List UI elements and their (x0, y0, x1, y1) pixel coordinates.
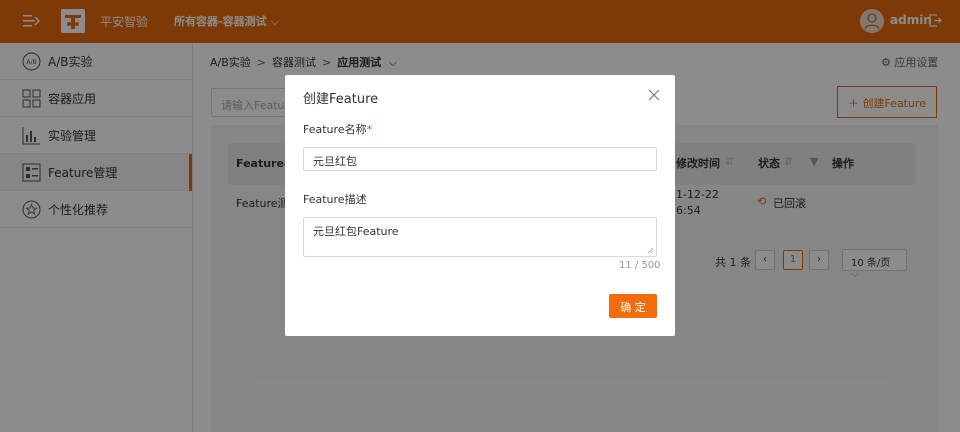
resize-handle-icon[interactable] (647, 247, 654, 254)
feature-name-input[interactable]: 元旦红包 (303, 147, 657, 171)
required-mark: * (366, 123, 373, 136)
close-icon[interactable] (647, 88, 661, 102)
create-feature-dialog: 创建Feature Feature名称* 元旦红包 Feature描述 元旦红包… (285, 75, 675, 336)
dialog-title: 创建Feature (303, 92, 379, 107)
feature-description-value: 元旦红包Feature (313, 225, 399, 238)
character-counter: 11 / 500 (619, 260, 661, 271)
feature-name-label-text: Feature名称 (303, 123, 367, 136)
feature-description-label: Feature描述 (303, 193, 367, 206)
confirm-button[interactable]: 确 定 (609, 294, 657, 318)
feature-description-textarea[interactable]: 元旦红包Feature (303, 217, 657, 257)
feature-name-label: Feature名称* (303, 121, 372, 137)
